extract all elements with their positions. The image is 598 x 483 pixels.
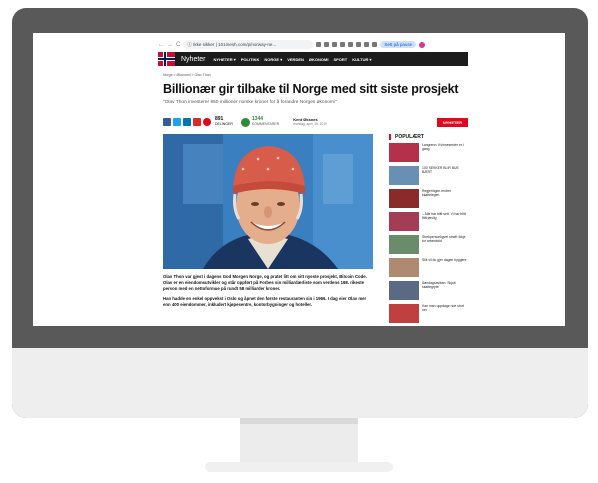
forward-icon[interactable]: → bbox=[167, 42, 173, 48]
extension-icon[interactable] bbox=[348, 42, 354, 47]
site-logo[interactable]: Nyheter bbox=[181, 56, 206, 63]
flipboard-icon[interactable] bbox=[193, 118, 201, 126]
list-item[interactable]: Regjeringen endrer skattelegen bbox=[389, 189, 468, 210]
section-tag[interactable]: NYHETER bbox=[436, 117, 468, 127]
extension-icon[interactable] bbox=[340, 42, 346, 47]
author-byline: Kent Øksnes mandag, april, 15, 2019 bbox=[293, 117, 327, 126]
nav-item-norge[interactable]: NORGE ▾ bbox=[264, 57, 282, 62]
site-header: Nyheter NYHETER ▾ POLITIKK NORGE ▾ VERDE… bbox=[158, 52, 468, 66]
screen: ← → C ⓘ Ikke sikker | 101mesh.com/p/norw… bbox=[33, 33, 565, 326]
monitor-stand-base bbox=[205, 462, 393, 472]
sidebar-heading: POPULÆRT bbox=[389, 134, 468, 140]
article-paragraph: Olav Thon var gjest i dagens God Morgen … bbox=[163, 274, 367, 291]
address-bar[interactable]: ⓘ Ikke sikker | 101mesh.com/p/norway-ne.… bbox=[183, 40, 314, 49]
monitor-stand-neck bbox=[240, 418, 358, 464]
article-headline: Billionær gir tilbake til Norge med sitt… bbox=[163, 82, 459, 96]
extension-icon[interactable] bbox=[364, 42, 370, 47]
thumbnail[interactable] bbox=[389, 212, 419, 231]
extension-icon[interactable] bbox=[372, 42, 378, 47]
extension-icon[interactable] bbox=[356, 42, 362, 47]
article-body: Olav Thon var gjest i dagens God Morgen … bbox=[163, 274, 375, 312]
article-lead: "Olav Thon investerer 850 millioner nors… bbox=[163, 100, 337, 105]
email-icon[interactable] bbox=[203, 118, 211, 126]
monitor-chin bbox=[12, 348, 588, 418]
list-item[interactable]: Slik vil du gjer dagen hyggere bbox=[389, 258, 468, 279]
nav-item-okonomi[interactable]: ØKONOMI bbox=[309, 57, 329, 62]
thumbnail[interactable] bbox=[389, 143, 419, 162]
list-item[interactable]: Søndagsavisen: Skjult skattegryte bbox=[389, 281, 468, 302]
thumbnail[interactable] bbox=[389, 281, 419, 300]
portrait-illustration bbox=[163, 134, 373, 269]
back-icon[interactable]: ← bbox=[158, 42, 164, 48]
browser-toolbar: ← → C ⓘ Ikke sikker | 101mesh.com/p/norw… bbox=[158, 38, 468, 51]
monitor-stand-shadow bbox=[240, 418, 358, 424]
share-count: 891 DELINGER bbox=[215, 116, 233, 127]
nav-item-nyheter[interactable]: NYHETER ▾ bbox=[214, 57, 236, 62]
security-label: Ikke sikker bbox=[193, 42, 215, 47]
avatar[interactable] bbox=[419, 41, 426, 48]
nav-item-sport[interactable]: SPORT bbox=[333, 57, 347, 62]
zoom-icon[interactable] bbox=[316, 42, 322, 47]
popular-sidebar: POPULÆRT Langrenn: Kvinnesenter er i gan… bbox=[389, 134, 468, 326]
nav-item-politikk[interactable]: POLITIKK bbox=[241, 57, 260, 62]
extension-icon[interactable] bbox=[332, 42, 338, 47]
address-separator: | bbox=[215, 42, 217, 47]
share-bar: 891 DELINGER 1344 KOMMENTARER Kent Øksnes m… bbox=[163, 115, 468, 129]
linkedin-icon[interactable] bbox=[183, 118, 191, 126]
reload-icon[interactable]: C bbox=[176, 42, 180, 48]
nav-item-kultur[interactable]: KULTUR ▾ bbox=[352, 57, 371, 62]
list-item[interactable]: Strekpersonligvet straff: Ikkje for arbe… bbox=[389, 235, 468, 256]
thumbnail[interactable] bbox=[389, 304, 419, 323]
thumbnail[interactable] bbox=[389, 166, 419, 185]
nav-item-verden[interactable]: VERDEN bbox=[287, 57, 304, 62]
article-header: Norge > Økonomi > Olav Thon Billionær gi… bbox=[163, 69, 468, 105]
url-text: 101mesh.com/p/norway-ne... bbox=[218, 42, 277, 47]
list-item[interactable]: Langrenn: Kvinnesenter er i gang bbox=[389, 143, 468, 164]
list-item[interactable]: 100 SEKKER BLIR BUE BÆRT bbox=[389, 166, 468, 187]
list-item[interactable]: – Alle har blitt sett. Vi har blitt fått… bbox=[389, 212, 468, 233]
thumbnail[interactable] bbox=[389, 235, 419, 254]
paused-button[interactable]: Sett på pause bbox=[380, 41, 417, 48]
comment-icon[interactable] bbox=[240, 117, 250, 127]
article-photo bbox=[163, 134, 373, 269]
list-item[interactable]: Kan man oppdage noe stort her bbox=[389, 304, 468, 325]
facebook-icon[interactable] bbox=[163, 118, 171, 126]
twitter-icon[interactable] bbox=[173, 118, 181, 126]
comment-count[interactable]: 1344 KOMMENTARER bbox=[252, 117, 279, 127]
star-icon[interactable] bbox=[324, 42, 330, 47]
breadcrumb[interactable]: Norge > Økonomi > Olav Thon bbox=[163, 73, 468, 77]
norway-flag-icon[interactable] bbox=[158, 52, 175, 66]
thumbnail[interactable] bbox=[389, 189, 419, 208]
info-icon[interactable]: ⓘ bbox=[187, 42, 192, 48]
article-paragraph: Han hadde en enkel oppvekst i Oslo og åp… bbox=[163, 296, 367, 307]
thumbnail[interactable] bbox=[389, 258, 419, 277]
imac-mockup: ← → C ⓘ Ikke sikker | 101mesh.com/p/norw… bbox=[0, 0, 598, 483]
main-nav: NYHETER ▾ POLITIKK NORGE ▾ VERDEN ØKONOM… bbox=[214, 57, 372, 62]
